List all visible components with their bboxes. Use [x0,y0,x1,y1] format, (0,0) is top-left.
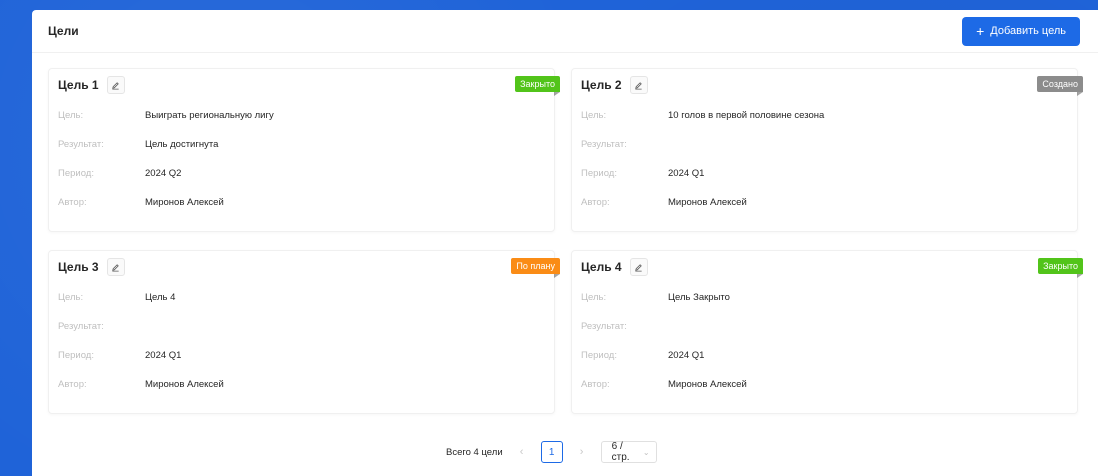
result-label: Результат: [581,139,627,150]
goal-card-title: Цель 4 [581,260,622,274]
page-1-button[interactable]: 1 [540,441,563,463]
author-value: Миронов Алексей [668,379,747,390]
period-label: Период: [58,168,94,179]
status-badge: По плану [511,258,560,278]
pencil-icon [635,263,642,272]
edit-goal-button[interactable] [106,258,125,276]
goal-card-title: Цель 3 [58,260,99,274]
result-value: Цель достигнута [145,139,219,150]
goal-label: Цель: [581,110,607,121]
result-label: Результат: [58,321,104,332]
goals-panel: Цели + Добавить цель Цель 1 Закрыто Цель… [32,10,1098,476]
author-row: Автор: Миронов Алексей [58,370,545,399]
edit-goal-button[interactable] [629,76,648,94]
edit-goal-button[interactable] [629,258,648,276]
add-goal-label: Добавить цель [990,25,1066,37]
goal-row: Цель: 10 голов в первой половине сезона [581,101,1068,130]
goal-value: Выиграть региональную лигу [145,110,274,121]
author-row: Автор: Миронов Алексей [581,370,1068,399]
status-badge: Закрыто [1038,258,1083,278]
result-label: Результат: [581,321,627,332]
result-row: Результат: [581,130,1068,159]
author-value: Миронов Алексей [145,379,224,390]
goals-grid: Цель 1 Закрыто Цель: Выиграть региональну… [48,68,1083,414]
author-value: Миронов Алексей [145,197,224,208]
plus-icon: + [976,23,985,39]
author-label: Автор: [581,197,610,208]
author-label: Автор: [58,379,87,390]
panel-header: Цели + Добавить цель [32,10,1098,53]
result-row: Результат: [58,312,545,341]
author-label: Автор: [581,379,610,390]
pagination-total: Всего 4 цели [446,446,503,458]
chevron-left-icon[interactable]: ‹ [513,446,531,458]
author-label: Автор: [58,197,87,208]
pencil-icon [112,81,119,90]
goal-label: Цель: [58,110,84,121]
goal-row: Цель: Выиграть региональную лигу [58,101,545,130]
pagination: Всего 4 цели ‹ 1 › 6 / стр. ⌄ [446,441,657,463]
goal-value: 10 голов в первой половине сезона [668,110,825,121]
goal-row: Цель: Цель 4 [58,283,545,312]
goal-value: Цель 4 [145,292,176,303]
page-size-value: 6 / стр. [611,441,630,463]
period-value: 2024 Q1 [668,168,705,179]
goal-card: Цель 3 По плану Цель: Цель 4 Результат: П… [48,250,560,414]
period-value: 2024 Q2 [145,168,182,179]
goal-card-title: Цель 2 [581,78,622,92]
edit-goal-button[interactable] [106,76,125,94]
goal-label: Цель: [581,292,607,303]
period-value: 2024 Q1 [668,350,705,361]
status-badge: Закрыто [515,76,560,96]
result-row: Результат: [581,312,1068,341]
period-row: Период: 2024 Q1 [58,341,545,370]
goal-card-title: Цель 1 [58,78,99,92]
pencil-icon [635,81,642,90]
period-label: Период: [58,350,94,361]
period-label: Период: [581,350,617,361]
page-title: Цели [48,24,79,38]
author-row: Автор: Миронов Алексей [581,188,1068,217]
period-row: Период: 2024 Q1 [581,341,1068,370]
status-badge: Создано [1037,76,1083,96]
goal-label: Цель: [58,292,84,303]
pencil-icon [112,263,119,272]
period-row: Период: 2024 Q1 [581,159,1068,188]
goal-card: Цель 1 Закрыто Цель: Выиграть региональну… [48,68,560,232]
author-row: Автор: Миронов Алексей [58,188,545,217]
period-label: Период: [581,168,617,179]
chevron-right-icon[interactable]: › [573,446,591,458]
result-row: Результат: Цель достигнута [58,130,545,159]
result-label: Результат: [58,139,104,150]
author-value: Миронов Алексей [668,197,747,208]
goal-card: Цель 2 Создано Цель: 10 голов в первой по… [571,68,1083,232]
page-size-select[interactable]: 6 / стр. ⌄ [600,441,657,463]
period-row: Период: 2024 Q2 [58,159,545,188]
goal-card: Цель 4 Закрыто Цель: Цель Закрыто Результ… [571,250,1083,414]
goal-row: Цель: Цель Закрыто [581,283,1068,312]
chevron-down-icon: ⌄ [642,447,650,457]
period-value: 2024 Q1 [145,350,182,361]
add-goal-button[interactable]: + Добавить цель [962,16,1080,46]
goal-value: Цель Закрыто [668,292,730,303]
